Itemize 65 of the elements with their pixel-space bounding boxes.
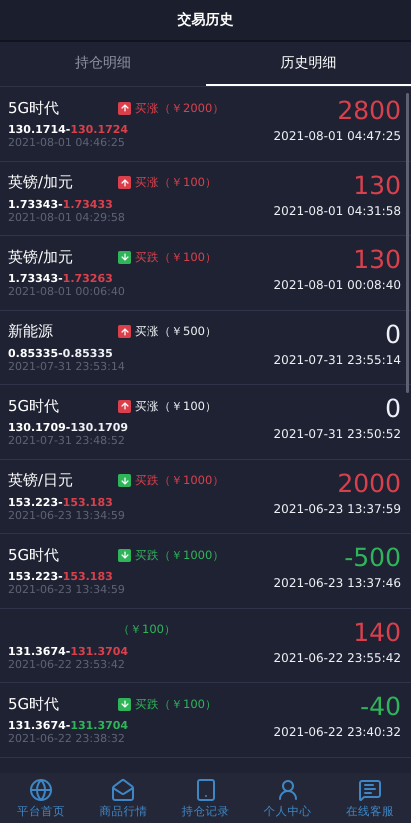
product-name: 5G时代 bbox=[8, 546, 60, 564]
open-time: 2021-07-31 23:48:52 bbox=[8, 434, 126, 447]
price-range: 0.85335-0.85335 bbox=[8, 346, 114, 360]
open-time: 2021-06-22 23:53:42 bbox=[8, 658, 126, 670]
profit-amount: 130 bbox=[353, 244, 401, 276]
order-tag: 买跌（￥100） bbox=[135, 250, 217, 264]
close-time: 2021-07-31 23:50:52 bbox=[274, 427, 401, 441]
profit-amount: 130 bbox=[353, 170, 401, 202]
close-time: 2021-06-23 13:37:46 bbox=[274, 576, 401, 590]
profit-amount: -500 bbox=[344, 542, 401, 574]
price-range: 1.73343-1.73433 bbox=[8, 198, 114, 210]
nav-item[interactable]: 持仓记录 bbox=[164, 773, 247, 823]
profit-amount: 0 bbox=[385, 318, 401, 350]
order-tag: 买涨（￥100） bbox=[135, 398, 217, 414]
price-range: 131.3674-131.3704 bbox=[8, 719, 130, 732]
order-tag: 买跌（￥1000） bbox=[135, 473, 224, 488]
scrollbar[interactable] bbox=[406, 93, 409, 393]
price-range: 131.3674-131.3704 bbox=[8, 644, 130, 658]
page-title: 交易历史 bbox=[178, 11, 234, 29]
tab[interactable]: 历史明细 bbox=[206, 42, 411, 86]
price-range: 130.1709-130.1709 bbox=[8, 421, 130, 434]
profit-amount: 0 bbox=[385, 393, 401, 425]
close-time: 2021-08-01 00:08:40 bbox=[274, 278, 401, 292]
product-name: 5G时代 bbox=[8, 694, 60, 714]
profit-amount: -40 bbox=[360, 691, 401, 723]
order-tag: 买涨（￥2000） bbox=[135, 100, 224, 116]
close-time: 2021-06-22 23:55:42 bbox=[274, 650, 401, 664]
profit-amount: 140 bbox=[353, 616, 401, 648]
profit-amount: 2800 bbox=[337, 95, 401, 127]
order-tag: （￥100） bbox=[118, 622, 176, 637]
close-time: 2021-06-22 23:40:32 bbox=[274, 725, 401, 739]
close-time: 2021-06-23 13:37:59 bbox=[274, 502, 401, 516]
product-name: 英镑/日元 bbox=[8, 471, 74, 490]
open-time: 2021-06-22 23:38:32 bbox=[8, 732, 126, 745]
product-name: 英镑/加元 bbox=[8, 248, 74, 266]
help-icon bbox=[358, 778, 382, 802]
globe-icon bbox=[29, 778, 54, 802]
product-name: 英镑/加元 bbox=[8, 173, 74, 192]
order-tag: 买涨（￥500） bbox=[135, 324, 217, 339]
profit-amount: 2000 bbox=[337, 468, 401, 500]
open-time: 2021-08-01 04:46:25 bbox=[8, 136, 126, 149]
open-time: 2021-07-31 23:53:14 bbox=[8, 360, 126, 372]
price-range: 130.1714-130.1724 bbox=[8, 123, 130, 136]
product-name: 新能源 bbox=[8, 322, 54, 341]
product-name: 5G时代 bbox=[8, 98, 60, 118]
close-time: 2021-08-01 04:31:58 bbox=[274, 204, 401, 218]
order-tag: 买涨（￥100） bbox=[135, 175, 217, 190]
price-range: 153.223-153.183 bbox=[8, 570, 114, 583]
order-tag: 买跌（￥1000） bbox=[135, 548, 224, 562]
nav-item[interactable]: 个人中心 bbox=[246, 773, 329, 823]
nav-item[interactable]: 平台首页 bbox=[0, 773, 82, 823]
open-time: 2021-08-01 00:06:40 bbox=[8, 285, 126, 298]
order-tag: 买跌（￥100） bbox=[135, 696, 217, 712]
nav-item[interactable]: 在线客服 bbox=[328, 773, 411, 823]
price-range: 1.73343-1.73263 bbox=[8, 272, 114, 285]
product-name: 5G时代 bbox=[8, 396, 60, 416]
open-time: 2021-06-23 13:34:59 bbox=[8, 508, 126, 522]
open-time: 2021-06-23 13:34:59 bbox=[8, 583, 126, 596]
close-time: 2021-08-01 04:47:25 bbox=[274, 129, 401, 143]
tab[interactable]: 持仓明细 bbox=[0, 42, 206, 86]
nav-item[interactable]: 商品行情 bbox=[82, 773, 164, 823]
price-range: 153.223-153.183 bbox=[8, 496, 114, 508]
close-time: 2021-07-31 23:55:14 bbox=[274, 352, 401, 366]
envelope-icon bbox=[111, 778, 136, 802]
open-time: 2021-08-01 04:29:58 bbox=[8, 210, 126, 224]
